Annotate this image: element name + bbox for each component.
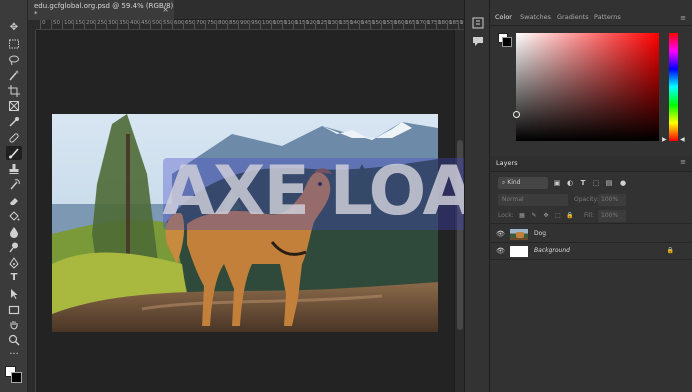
layers-lock-row: Lock: ▦ ✎ ✥ ⬚ 🔒 Fill: 100% [490,208,692,224]
opacity-field[interactable]: 100% [598,194,626,206]
kind-filter-label: Kind [507,179,521,186]
history-brush-tool-icon[interactable] [6,178,22,192]
clone-stamp-tool-icon[interactable] [6,162,22,176]
right-panels: Color Swatches Gradients Patterns ≡ ▶ ◀ … [490,0,692,392]
pen-tool-icon[interactable] [6,256,22,270]
layer-thumbnail [510,229,528,240]
color-picker-field[interactable] [516,33,659,141]
background-color-swatch[interactable] [11,372,22,383]
hue-slider-right-arrow-icon: ◀ [680,136,685,143]
layer-lock-icon: 🔒 [666,247,674,254]
lasso-tool-icon[interactable] [6,53,22,67]
horizontal-ruler: 0 50 100 150 200 250 300 350 400 450 500 550 600 650 7… [36,20,464,30]
scrollbar-thumb[interactable] [457,140,463,330]
fill-label: Fill: [584,212,595,219]
marquee-tool-icon[interactable] [6,37,22,51]
paint-bucket-tool-icon[interactable] [6,209,22,223]
zoom-tool-icon[interactable] [6,333,22,347]
color-picker-cursor[interactable] [513,111,520,118]
layers-panel-menu-icon[interactable]: ≡ [680,158,686,166]
vertical-scrollbar[interactable] [454,30,464,392]
color-panel-tabs: Color Swatches Gradients Patterns ≡ [490,10,692,26]
layer-row-background[interactable]: 👁 Background 🔒 [490,243,692,260]
path-selection-tool-icon[interactable] [6,287,22,301]
tools-panel: ✥ T ··· [0,0,28,392]
layers-panel-header: Layers ≡ [490,156,692,172]
layer-row-dog[interactable]: 👁 Dog [490,226,692,243]
frame-tool-icon[interactable] [6,99,22,113]
opacity-label: Opacity: [574,196,599,203]
ruler-tick-label: 0 [40,20,46,29]
lock-artboard-icon[interactable]: ⬚ [554,212,562,220]
smart-object-filter-icon[interactable]: ▤ [604,178,614,188]
crop-tool-icon[interactable] [6,84,22,98]
tab-patterns[interactable]: Patterns [594,13,621,21]
dog-thumbnail [516,232,524,238]
document-title: edu.gcfglobal.org.psd @ 59.4% (RGB/8) * [34,2,174,18]
tab-gradients[interactable]: Gradients [557,13,589,21]
lock-position-icon[interactable]: ✥ [542,212,550,220]
filter-toggle-icon[interactable]: ● [618,178,628,188]
canvas-image[interactable] [52,114,438,332]
fill-field[interactable]: 100% [598,210,626,222]
vertical-ruler [28,30,36,392]
history-panel-icon[interactable] [471,16,485,30]
close-document-icon[interactable]: × [162,5,169,14]
dog-photo [52,114,438,332]
adjustment-layer-filter-icon[interactable]: ◐ [565,178,575,188]
lock-transparency-icon[interactable]: ▦ [518,212,526,220]
magic-wand-tool-icon[interactable] [6,68,22,82]
rectangle-tool-icon[interactable] [6,303,22,317]
more-tools-icon[interactable]: ··· [6,348,22,362]
layers-panel-title[interactable]: Layers [496,159,518,167]
tab-color[interactable]: Color [495,13,512,21]
move-tool-icon[interactable]: ✥ [6,21,22,35]
brush-tool-icon[interactable] [6,146,22,160]
layer-kind-filter[interactable]: ⌕ Kind [498,177,548,189]
eraser-tool-icon[interactable] [6,194,22,208]
ruler-corner [28,20,36,30]
layers-filter-row: ⌕ Kind ▣ ◐ T ⬚ ▤ ● [490,174,692,192]
lock-pixels-icon[interactable]: ✎ [530,212,538,220]
eyedropper-tool-icon[interactable] [6,115,22,129]
foreground-background-swatches[interactable] [5,366,23,384]
layer-name[interactable]: Background [534,247,570,254]
tab-swatches[interactable]: Swatches [520,13,551,21]
comments-panel-icon[interactable] [471,34,485,48]
layer-name[interactable]: Dog [534,230,546,237]
blur-tool-icon[interactable] [6,225,22,239]
visibility-eye-icon[interactable]: 👁 [496,230,505,239]
lock-all-icon[interactable]: 🔒 [566,212,574,220]
visibility-eye-icon[interactable]: 👁 [496,247,505,256]
healing-brush-tool-icon[interactable] [6,131,22,145]
hand-tool-icon[interactable] [6,318,22,332]
type-tool-icon[interactable]: T [6,271,22,285]
blend-mode-select[interactable]: Normal [498,194,568,206]
collapsed-panel-strip [464,0,490,392]
type-layer-filter-icon[interactable]: T [578,178,588,188]
ruler-tick-label: 50 [51,20,60,29]
layers-blend-row: Normal Opacity: 100% [490,192,692,208]
document-tab-bar: edu.gcfglobal.org.psd @ 59.4% (RGB/8) * … [28,0,464,20]
layer-thumbnail [510,246,528,257]
shape-layer-filter-icon[interactable]: ⬚ [591,178,601,188]
hue-slider-left-arrow-icon: ▶ [662,136,667,143]
pixel-layer-filter-icon[interactable]: ▣ [552,178,562,188]
color-panel-background-swatch[interactable] [502,37,512,47]
lock-label: Lock: [498,212,514,219]
color-panel-menu-icon[interactable]: ≡ [680,14,686,22]
document-tab[interactable]: edu.gcfglobal.org.psd @ 59.4% (RGB/8) * … [28,0,174,20]
hue-slider[interactable] [669,33,678,141]
dodge-tool-icon[interactable] [6,240,22,254]
